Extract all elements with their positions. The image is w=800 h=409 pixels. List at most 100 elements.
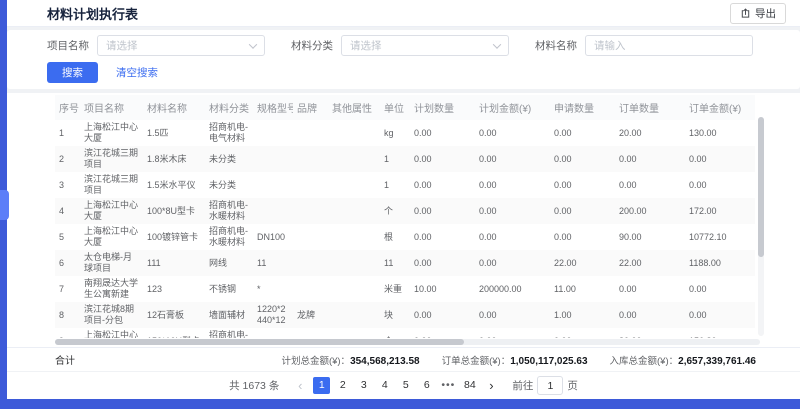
vertical-scrollbar-thumb[interactable] xyxy=(758,117,764,257)
chevron-down-icon xyxy=(249,40,257,48)
page-button-2[interactable]: 2 xyxy=(334,377,351,394)
table-cell: 4 xyxy=(55,198,80,224)
next-page-button[interactable]: › xyxy=(483,378,499,394)
table-cell: 0.00 xyxy=(475,172,550,198)
table-cell: DN100 xyxy=(253,224,293,250)
table-cell: 22.00 xyxy=(615,250,685,276)
table-header-row: 序号项目名称材料名称材料分类规格型号品牌其他属性单位计划数量计划金额(¥)申请数… xyxy=(55,95,755,120)
project-name-select[interactable]: 请选择 xyxy=(97,35,265,56)
page-button-3[interactable]: 3 xyxy=(355,377,372,394)
table-cell xyxy=(328,328,380,338)
table-cell: 南翔晟达大学生公寓新建 xyxy=(80,276,143,302)
table-cell: 0.00 xyxy=(550,172,615,198)
table-cell: 0.00 xyxy=(410,146,475,172)
more-pages-button[interactable]: ••• xyxy=(439,377,457,394)
table-cell: 上海松江中心大厦 xyxy=(80,198,143,224)
export-button[interactable]: 导出 xyxy=(730,3,786,24)
table-cell: 5 xyxy=(55,224,80,250)
column-header: 订单金额(¥) xyxy=(685,95,755,120)
table-cell xyxy=(328,276,380,302)
table-cell: 1220*2440*12 xyxy=(253,302,293,328)
table-cell: 滨江花城三期项目 xyxy=(80,146,143,172)
clear-search-button[interactable]: 清空搜索 xyxy=(110,65,164,80)
horizontal-scrollbar[interactable] xyxy=(55,339,760,345)
goto-page: 前往 页 xyxy=(512,376,578,395)
table-row: 3滨江花城三期项目1.5米水平仪未分类10.000.000.000.000.00 xyxy=(55,172,755,198)
table-cell xyxy=(293,146,328,172)
chevron-down-icon xyxy=(493,40,501,48)
prev-page-button[interactable]: ‹ xyxy=(292,378,308,394)
column-header: 规格型号 xyxy=(253,95,293,120)
page-button-1[interactable]: 1 xyxy=(313,377,330,394)
goto-page-input[interactable] xyxy=(537,376,563,395)
table-row: 2滨江花城三期项目1.8米木床未分类10.000.000.000.000.00 xyxy=(55,146,755,172)
table-cell: 0.00 xyxy=(475,146,550,172)
filter-panel: 项目名称 请选择 材料分类 请选择 材料名称 搜索 清空搜索 xyxy=(7,30,800,89)
pagination-total: 共 1673 条 xyxy=(229,378,279,393)
material-table: 序号项目名称材料名称材料分类规格型号品牌其他属性单位计划数量计划金额(¥)申请数… xyxy=(55,93,800,338)
column-header: 品牌 xyxy=(293,95,328,120)
table-cell: 0.00 xyxy=(410,328,475,338)
vertical-scrollbar[interactable] xyxy=(758,117,764,336)
table-cell: 0.00 xyxy=(410,224,475,250)
table-cell: 0.00 xyxy=(410,302,475,328)
table-cell: 0.00 xyxy=(550,328,615,338)
summary-label: 合计 xyxy=(55,352,75,367)
horizontal-scrollbar-thumb[interactable] xyxy=(55,339,464,345)
table-row: 7南翔晟达大学生公寓新建123不锈钢*米重10.00200000.0011.00… xyxy=(55,276,755,302)
page-button-4[interactable]: 4 xyxy=(376,377,393,394)
table-cell: 100镀锌管卡 xyxy=(143,224,205,250)
table-cell: 未分类 xyxy=(205,172,253,198)
table-cell: 10772.10 xyxy=(685,224,755,250)
table-cell: 0.00 xyxy=(685,172,755,198)
table-cell: 172.00 xyxy=(685,198,755,224)
column-header: 其他属性 xyxy=(328,95,380,120)
material-name-input[interactable] xyxy=(585,35,753,56)
page-button-84[interactable]: 84 xyxy=(461,377,478,394)
table-cell: 11 xyxy=(253,250,293,276)
table-cell: 个 xyxy=(380,328,410,338)
column-header: 序号 xyxy=(55,95,80,120)
table-row: 9上海松江中心大厦150*10U型卡招商机电-水暖材料个0.000.000.00… xyxy=(55,328,755,338)
filter-group-project: 项目名称 请选择 xyxy=(47,35,265,56)
table-cell: 150*10U型卡 xyxy=(143,328,205,338)
table-cell: 1 xyxy=(380,146,410,172)
table-cell: 9 xyxy=(55,328,80,338)
material-category-placeholder: 请选择 xyxy=(350,38,494,53)
column-header: 项目名称 xyxy=(80,95,143,120)
page-button-6[interactable]: 6 xyxy=(418,377,435,394)
page-button-5[interactable]: 5 xyxy=(397,377,414,394)
table-cell: 1.5米水平仪 xyxy=(143,172,205,198)
table-cell: 11.00 xyxy=(550,276,615,302)
export-label: 导出 xyxy=(755,6,776,21)
table-cell: 招商机电-电气材料 xyxy=(205,120,253,146)
pagination: 共 1673 条 ‹ 123456•••84 › 前往 页 xyxy=(7,371,800,399)
table-cell: 墙面辅材 xyxy=(205,302,253,328)
table-cell: 个 xyxy=(380,198,410,224)
table-cell: 100*8U型卡 xyxy=(143,198,205,224)
table-cell xyxy=(328,146,380,172)
table-cell: 0.00 xyxy=(410,198,475,224)
table-cell: 7 xyxy=(55,276,80,302)
goto-suffix: 页 xyxy=(567,378,578,393)
table-cell xyxy=(328,120,380,146)
table-cell xyxy=(328,224,380,250)
table-cell xyxy=(293,172,328,198)
search-button[interactable]: 搜索 xyxy=(47,62,98,83)
table-cell: 上海松江中心大厦 xyxy=(80,224,143,250)
material-category-select[interactable]: 请选择 xyxy=(341,35,509,56)
table-cell: 米重 xyxy=(380,276,410,302)
drawer-handle[interactable] xyxy=(0,190,9,220)
table-cell xyxy=(328,198,380,224)
table-cell: 0.00 xyxy=(550,146,615,172)
table-cell: 130.00 xyxy=(685,120,755,146)
table-cell xyxy=(253,146,293,172)
summary-item: 计划总金额(¥)：354,568,213.58 xyxy=(281,351,419,369)
material-category-label: 材料分类 xyxy=(291,38,333,53)
table-cell: 1188.00 xyxy=(685,250,755,276)
column-header: 申请数量 xyxy=(550,95,615,120)
table-cell: 80.00 xyxy=(615,328,685,338)
table-cell: kg xyxy=(380,120,410,146)
column-header: 材料分类 xyxy=(205,95,253,120)
column-header: 计划数量 xyxy=(410,95,475,120)
